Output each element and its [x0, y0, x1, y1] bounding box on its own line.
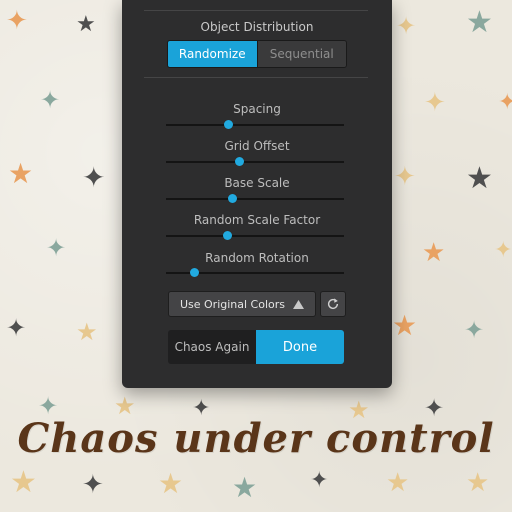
randomize-button[interactable]: Randomize	[168, 41, 257, 67]
grid-offset-label: Grid Offset	[224, 139, 290, 153]
star-icon: ★	[158, 467, 184, 500]
random-rotation-slider-thumb[interactable]	[190, 268, 200, 277]
spacing-slider-thumb[interactable]	[224, 120, 234, 129]
divider	[144, 10, 368, 11]
star-icon: ★	[10, 465, 37, 500]
random-rotation-label: Random Rotation	[205, 251, 309, 265]
star-icon: ✦	[498, 90, 512, 115]
color-mode-dropdown[interactable]: Use Original Colors	[168, 291, 316, 317]
star-icon: ★	[232, 471, 258, 504]
tagline: Chaos under control	[17, 415, 495, 462]
star-icon: ✦	[6, 314, 27, 342]
star-icon: ★	[466, 5, 493, 40]
random-scale-factor-slider-thumb[interactable]	[222, 231, 232, 240]
sequential-button[interactable]: Sequential	[256, 41, 346, 67]
object-distribution-label: Object Distribution	[200, 20, 314, 34]
base-scale-slider-thumb[interactable]	[227, 194, 237, 203]
scatter-settings-panel: Object Distribution Randomize Sequential…	[122, 0, 392, 388]
star-icon: ✦	[40, 86, 61, 114]
star-icon: ✦	[394, 162, 416, 192]
random-scale-factor-label: Random Scale Factor	[193, 213, 321, 227]
divider	[144, 77, 368, 78]
triangle-up-icon	[293, 299, 305, 309]
random-scale-factor-slider[interactable]	[166, 231, 344, 240]
grid-offset-slider[interactable]	[166, 157, 344, 166]
random-rotation-slider[interactable]	[166, 268, 344, 277]
base-scale-label: Base Scale	[224, 176, 290, 190]
star-icon: ✦	[82, 470, 104, 500]
star-icon: ★	[422, 238, 446, 268]
base-scale-slider[interactable]	[166, 194, 344, 203]
star-icon: ★	[76, 12, 96, 37]
star-icon: ★	[466, 468, 490, 498]
star-icon: ★	[466, 161, 493, 196]
reset-button[interactable]	[320, 291, 346, 317]
spacing-slider[interactable]	[166, 120, 344, 129]
star-icon: ✦	[424, 88, 446, 118]
distribution-toggle: Randomize Sequential	[167, 40, 347, 68]
done-button[interactable]: Done	[256, 330, 344, 364]
star-icon: ✦	[494, 238, 512, 263]
star-icon: ★	[76, 318, 98, 346]
star-icon: ✦	[6, 6, 28, 36]
star-icon: ★	[386, 468, 410, 498]
spacing-label: Spacing	[233, 102, 281, 116]
color-mode-label: Use Original Colors	[179, 297, 286, 311]
star-icon: ✦	[82, 161, 106, 194]
chaos-again-button[interactable]: Chaos Again	[168, 330, 256, 364]
refresh-icon	[327, 298, 339, 310]
star-icon: ✦	[46, 234, 67, 262]
star-icon: ★	[392, 309, 418, 342]
star-icon: ✦	[464, 316, 485, 344]
star-icon: ✦	[396, 12, 417, 40]
star-icon: ✦	[310, 468, 329, 493]
star-icon: ★	[8, 157, 34, 190]
grid-offset-slider-thumb[interactable]	[234, 157, 244, 166]
